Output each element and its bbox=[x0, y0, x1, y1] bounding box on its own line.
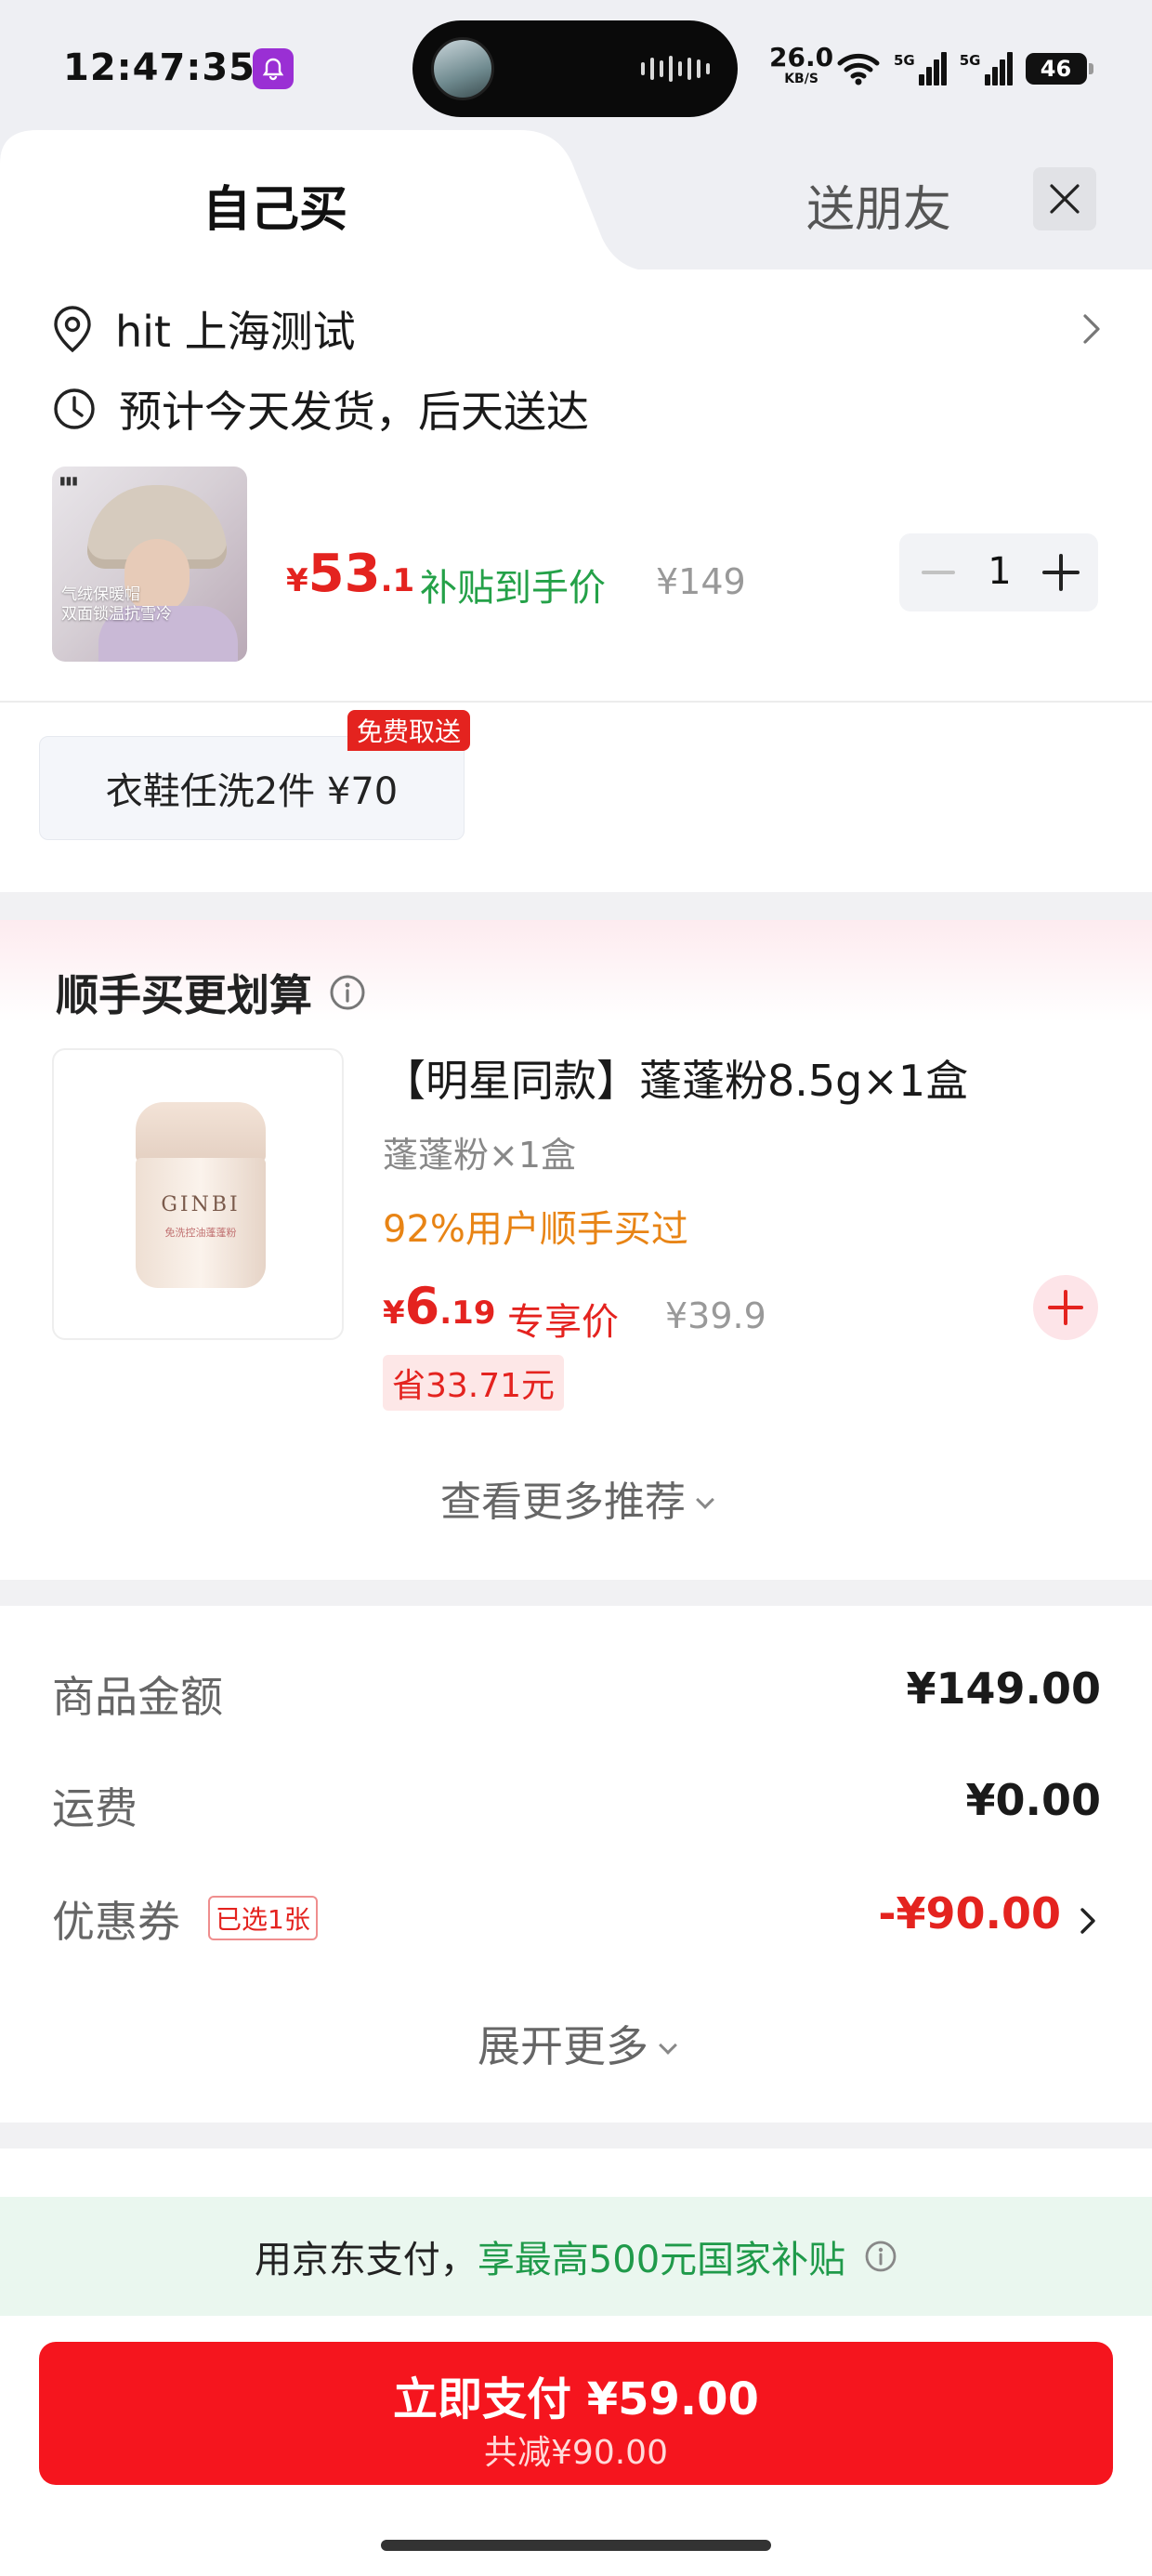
jar-icon: GINBI 免洗控油蓬蓬粉 bbox=[136, 1102, 266, 1288]
rec-price-decimal: .19 bbox=[439, 1295, 496, 1332]
original-price: ¥149 bbox=[656, 561, 746, 602]
savings-badge: 省33.71元 bbox=[383, 1355, 565, 1411]
address-text: hit 上海测试 bbox=[115, 307, 356, 357]
coupon-selected-tag: 已选1张 bbox=[208, 1896, 318, 1940]
free-pickup-badge: 免费取送 bbox=[347, 710, 471, 751]
sim1-label: 5G bbox=[894, 52, 915, 69]
pay-now-label: 立即支付 ¥59.00 bbox=[393, 2373, 759, 2425]
price-integer: 53 bbox=[308, 544, 381, 604]
network-speed-value: 26.0 bbox=[769, 42, 834, 72]
chevron-down-icon bbox=[659, 2036, 677, 2055]
section-gap bbox=[0, 1580, 1152, 1606]
chevron-down-icon bbox=[696, 1491, 714, 1509]
tab-self-buy[interactable]: 自己买 bbox=[203, 170, 347, 240]
jd-pay-text-b: 享最高500元国家补贴 bbox=[477, 2239, 846, 2281]
overlay-line-1: 气绒保暖帽 bbox=[61, 585, 140, 604]
battery-icon: 46 bbox=[1025, 53, 1093, 85]
shipping-label: 运费 bbox=[52, 1783, 137, 1833]
delivery-estimate: 预计今天发货，后天送达 bbox=[119, 387, 589, 437]
dynamic-island bbox=[412, 20, 738, 117]
chevron-right-icon bbox=[1080, 1908, 1095, 1934]
goods-amount-row: 商品金额 ¥149.00 bbox=[52, 1663, 1102, 1722]
info-icon[interactable] bbox=[329, 974, 366, 1011]
status-bar: 12:47:35 26.0 KB/S 5G 5G 46 bbox=[0, 0, 1152, 130]
see-more-label: 查看更多推荐 bbox=[440, 1479, 686, 1526]
close-button[interactable] bbox=[1033, 167, 1096, 230]
network-speed: 26.0 KB/S bbox=[769, 42, 834, 86]
coupon-row[interactable]: 优惠券 已选1张 -¥90.00 bbox=[52, 1888, 1102, 1947]
price-decimal: .1 bbox=[380, 562, 415, 599]
quantity-decrease-button[interactable] bbox=[922, 571, 955, 574]
chevron-right-icon bbox=[1083, 314, 1100, 344]
rec-price-integer: 6 bbox=[404, 1277, 440, 1335]
laundry-service-option[interactable]: 衣鞋任洗2件 ¥70 bbox=[39, 736, 465, 840]
recommend-price: ¥6.19 bbox=[383, 1277, 495, 1335]
recommend-title-text: 顺手买更划算 bbox=[56, 970, 312, 1020]
media-avatar-icon bbox=[431, 37, 494, 100]
network-speed-unit: KB/S bbox=[784, 72, 818, 86]
jd-pay-banner[interactable]: 用京东支付， 享最高500元国家补贴 bbox=[0, 2197, 1152, 2316]
coupon-label: 优惠券 bbox=[52, 1897, 180, 1947]
address-row[interactable]: hit 上海测试 bbox=[52, 299, 1102, 359]
recommend-social-proof: 92%用户顺手买过 bbox=[383, 1208, 688, 1251]
close-icon bbox=[1050, 184, 1080, 214]
shipping-row: 运费 ¥0.00 bbox=[52, 1775, 1102, 1833]
pay-discount-label: 共减¥90.00 bbox=[484, 2434, 668, 2472]
brand-logo-icon: ▮▮▮ bbox=[59, 474, 78, 487]
home-indicator[interactable] bbox=[381, 2540, 771, 2551]
audio-wave-icon bbox=[641, 56, 710, 82]
see-more-recommendations[interactable]: 查看更多推荐 bbox=[0, 1468, 1152, 1528]
status-time: 12:47:35 bbox=[63, 46, 255, 89]
tab-gift-friend[interactable]: 送朋友 bbox=[806, 170, 951, 240]
thumbnail-overlay-text: 气绒保暖帽 双面锁温抗雪冷 bbox=[61, 585, 172, 625]
clock-icon bbox=[54, 388, 95, 429]
goods-amount-value: ¥149.00 bbox=[906, 1663, 1101, 1714]
goods-amount-label: 商品金额 bbox=[52, 1672, 223, 1722]
add-to-order-button[interactable] bbox=[1033, 1275, 1098, 1340]
signal-sim1-icon: 5G bbox=[894, 52, 947, 85]
quantity-stepper: 1 bbox=[899, 533, 1098, 611]
recommend-original-price: ¥39.9 bbox=[665, 1295, 766, 1336]
overlay-line-2: 双面锁温抗雪冷 bbox=[61, 605, 172, 624]
recommend-item-spec: 蓬蓬粉×1盒 bbox=[383, 1135, 577, 1176]
section-gap bbox=[0, 892, 1152, 920]
expand-more[interactable]: 展开更多 bbox=[0, 2013, 1152, 2074]
subsidy-price-label: 补贴到手价 bbox=[420, 567, 606, 610]
bell-notification-icon bbox=[253, 48, 294, 89]
rec-price-currency: ¥ bbox=[383, 1295, 405, 1332]
pay-now-button[interactable]: 立即支付 ¥59.00 共减¥90.00 bbox=[39, 2342, 1113, 2485]
product-price: ¥53.1 bbox=[286, 544, 414, 604]
delivery-row: 预计今天发货，后天送达 bbox=[52, 379, 589, 439]
jd-pay-text-a: 用京东支付， bbox=[254, 2239, 478, 2281]
status-icons: 5G 5G 46 bbox=[836, 48, 1093, 89]
quantity-increase-button[interactable] bbox=[1042, 554, 1080, 591]
quantity-value[interactable]: 1 bbox=[985, 550, 1015, 593]
location-pin-icon bbox=[54, 306, 91, 353]
info-icon[interactable] bbox=[864, 2240, 897, 2273]
recommend-thumbnail[interactable]: GINBI 免洗控油蓬蓬粉 bbox=[52, 1048, 344, 1340]
recommend-item-name[interactable]: 【明星同款】蓬蓬粉8.5g×1盒 bbox=[383, 1047, 968, 1109]
wifi-icon bbox=[837, 53, 880, 85]
signal-sim2-icon: 5G bbox=[960, 52, 1013, 85]
jar-brand: GINBI bbox=[161, 1193, 241, 1216]
price-currency: ¥ bbox=[286, 562, 308, 599]
sim2-label: 5G bbox=[959, 52, 981, 69]
divider bbox=[0, 701, 1152, 703]
jar-subtitle: 免洗控油蓬蓬粉 bbox=[164, 1227, 237, 1239]
exclusive-price-label: 专享价 bbox=[507, 1301, 619, 1344]
shipping-value: ¥0.00 bbox=[965, 1775, 1101, 1825]
section-gap bbox=[0, 2123, 1152, 2149]
coupon-value: -¥90.00 bbox=[878, 1888, 1061, 1939]
product-thumbnail[interactable]: ▮▮▮ 气绒保暖帽 双面锁温抗雪冷 bbox=[52, 467, 247, 662]
expand-more-label: 展开更多 bbox=[478, 2021, 648, 2071]
recommend-title: 顺手买更划算 bbox=[56, 962, 366, 1023]
